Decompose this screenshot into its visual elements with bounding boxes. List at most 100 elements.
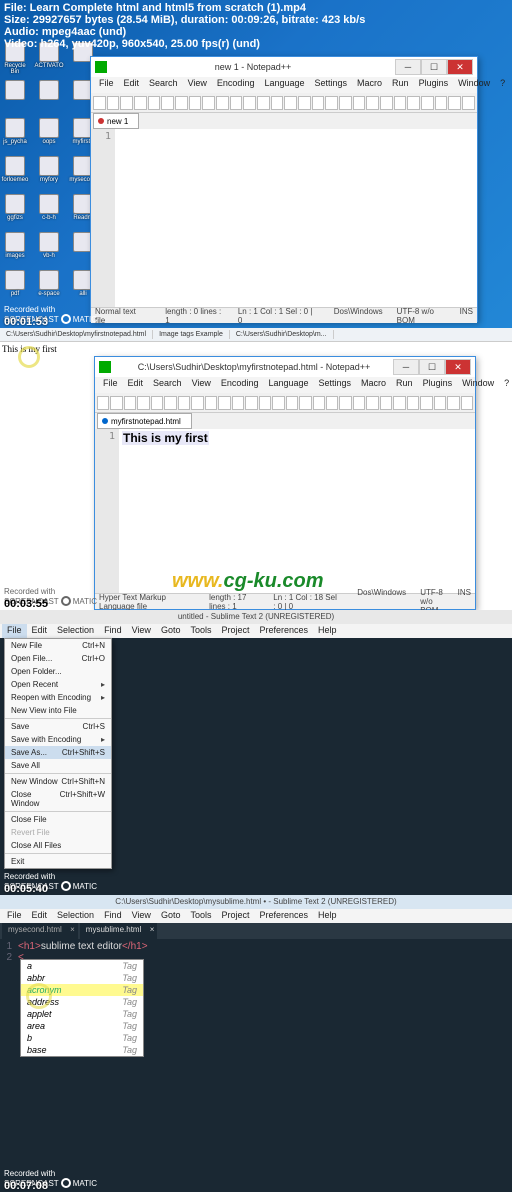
menu-item[interactable]: Edit (119, 77, 145, 93)
toolbar-button[interactable] (299, 396, 311, 410)
menu-item[interactable]: File (98, 377, 123, 393)
menu-item[interactable]: Goto (156, 624, 186, 638)
toolbar-button[interactable] (448, 96, 461, 110)
menu-item[interactable]: Language (259, 77, 309, 93)
close-button[interactable]: ✕ (445, 359, 471, 375)
editor-area[interactable]: 1 This is my first (95, 429, 475, 593)
browser-tab[interactable]: C:\Users\Sudhir\Desktop\m... (230, 330, 334, 339)
menu-item[interactable]: Edit (27, 909, 53, 923)
toolbar-button[interactable] (380, 396, 392, 410)
maximize-button[interactable]: ☐ (421, 59, 447, 75)
menu-item[interactable]: Find (99, 624, 127, 638)
toolbar-button[interactable] (380, 96, 393, 110)
toolbar-button[interactable] (435, 96, 448, 110)
toolbar-button[interactable] (353, 96, 366, 110)
menu-item[interactable]: Encoding (216, 377, 264, 393)
toolbar-button[interactable] (137, 396, 149, 410)
toolbar-button[interactable] (286, 396, 298, 410)
toolbar-button[interactable] (120, 96, 133, 110)
menubar[interactable]: FileEditSearchViewEncodingLanguageSettin… (95, 377, 475, 393)
toolbar-button[interactable] (97, 396, 109, 410)
menu-item[interactable]: Save with Encoding▸ (5, 733, 111, 746)
desktop-icon[interactable]: c-b-h (36, 194, 62, 228)
menu-item[interactable]: Settings (310, 77, 353, 93)
menu-item[interactable]: Plugins (418, 377, 458, 393)
toolbar-button[interactable] (230, 96, 243, 110)
toolbar-button[interactable] (271, 96, 284, 110)
browser-tab[interactable]: C:\Users\Sudhir\Desktop\myfirstnotepad.h… (0, 330, 153, 339)
toolbar-button[interactable] (124, 396, 136, 410)
menu-item[interactable]: Encoding (212, 77, 260, 93)
toolbar-button[interactable] (178, 396, 190, 410)
menu-item[interactable]: Language (263, 377, 313, 393)
toolbar-button[interactable] (462, 96, 475, 110)
tab-strip[interactable]: myfirstnotepad.html (95, 413, 475, 429)
menu-item[interactable]: Macro (356, 377, 391, 393)
menu-item[interactable]: Search (144, 77, 183, 93)
code-content[interactable] (115, 129, 477, 307)
menu-item[interactable]: View (127, 909, 156, 923)
menu-item[interactable]: File (2, 909, 27, 923)
menu-item[interactable]: Search (148, 377, 187, 393)
toolbar-button[interactable] (339, 96, 352, 110)
menu-item[interactable]: Goto (156, 909, 186, 923)
autocomplete-item[interactable]: bTag (21, 1032, 143, 1044)
menu-item[interactable]: File (2, 624, 27, 638)
toolbar-button[interactable] (202, 96, 215, 110)
toolbar-button[interactable] (110, 396, 122, 410)
tab-strip[interactable]: new 1 (91, 113, 477, 129)
toolbar-button[interactable] (325, 96, 338, 110)
tab-strip[interactable]: mysecond.html×mysublime.html× (0, 923, 512, 939)
menu-item[interactable]: Selection (52, 624, 99, 638)
desktop-icon[interactable]: myfory (36, 156, 62, 190)
menu-item[interactable]: Close WindowCtrl+Shift+W (5, 788, 111, 810)
code-content[interactable]: This is my first (119, 429, 475, 593)
menu-item[interactable]: ? (499, 377, 512, 393)
toolbar-button[interactable] (394, 96, 407, 110)
menu-item[interactable]: Open File...Ctrl+O (5, 652, 111, 665)
toolbar-button[interactable] (107, 96, 120, 110)
minimize-button[interactable]: ─ (395, 59, 421, 75)
browser-tabs[interactable]: C:\Users\Sudhir\Desktop\myfirstnotepad.h… (0, 328, 512, 342)
menu-item[interactable]: New View into File (5, 704, 111, 717)
toolbar-button[interactable] (216, 96, 229, 110)
editor-tab[interactable]: myfirstnotepad.html (97, 413, 192, 429)
menu-item[interactable]: Save As...Ctrl+Shift+S (5, 746, 111, 759)
toolbar-button[interactable] (393, 396, 405, 410)
desktop-icon[interactable]: js_pycha (2, 118, 28, 152)
menu-item[interactable]: Window (457, 377, 499, 393)
toolbar-button[interactable] (326, 396, 338, 410)
toolbar-button[interactable] (421, 96, 434, 110)
browser-tab[interactable]: Image tags Example (153, 330, 230, 339)
menu-item[interactable]: New WindowCtrl+Shift+N (5, 775, 111, 788)
desktop-icon[interactable]: ggfizs (2, 194, 28, 228)
desktop-icon[interactable]: oops (36, 118, 62, 152)
toolbar-button[interactable] (245, 396, 257, 410)
toolbar-button[interactable] (366, 96, 379, 110)
menu-item[interactable]: Close File (5, 813, 111, 826)
toolbar-button[interactable] (339, 396, 351, 410)
desktop-icon[interactable]: images (2, 232, 28, 266)
menu-item[interactable]: Exit (5, 855, 111, 868)
toolbar-button[interactable] (434, 396, 446, 410)
toolbar-button[interactable] (161, 96, 174, 110)
menu-item[interactable]: Close All Files (5, 839, 111, 852)
autocomplete-item[interactable]: aTag (21, 960, 143, 972)
toolbar-button[interactable] (189, 96, 202, 110)
desktop-icon[interactable]: pdf (2, 270, 28, 304)
menubar[interactable]: FileEditSearchViewEncodingLanguageSettin… (91, 77, 477, 93)
toolbar-button[interactable] (218, 396, 230, 410)
menu-item[interactable]: Preferences (254, 909, 313, 923)
menu-item[interactable]: Window (453, 77, 495, 93)
menu-item[interactable]: New FileCtrl+N (5, 639, 111, 652)
toolbar-button[interactable] (420, 396, 432, 410)
editor-area[interactable]: 1 (91, 129, 477, 307)
toolbar-button[interactable] (353, 396, 365, 410)
menu-item[interactable]: Run (387, 77, 414, 93)
close-icon[interactable]: × (150, 925, 155, 934)
toolbar-button[interactable] (243, 96, 256, 110)
toolbar[interactable] (91, 93, 477, 113)
menu-item[interactable]: Help (313, 909, 342, 923)
menu-item[interactable]: Tools (185, 624, 216, 638)
desktop-icon[interactable] (2, 80, 28, 114)
